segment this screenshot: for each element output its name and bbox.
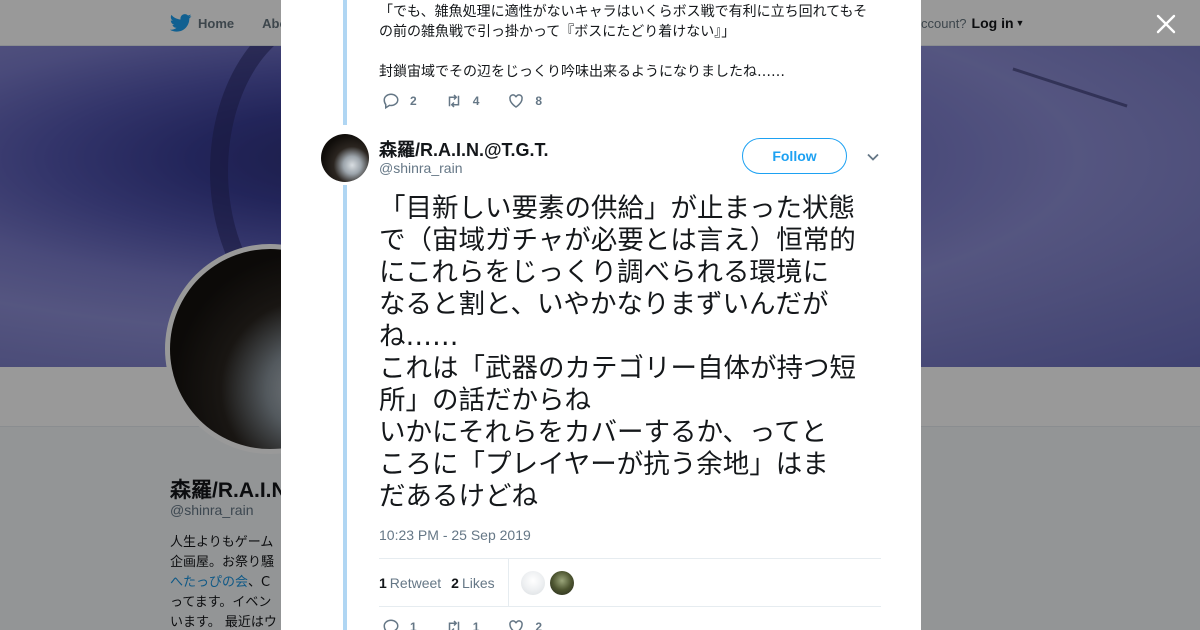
- divider: [508, 559, 509, 606]
- reply-icon: [383, 619, 399, 630]
- retweet-icon: [448, 620, 459, 630]
- tweet-timestamp[interactable]: 10:23 PM - 25 Sep 2019: [379, 527, 531, 543]
- like-button[interactable]: 8: [507, 92, 542, 110]
- liker-avatar[interactable]: [550, 571, 574, 595]
- thread-connector: [343, 0, 347, 630]
- previous-tweet-actions: 2 4 8: [382, 92, 570, 110]
- reply-button[interactable]: 1: [382, 618, 417, 630]
- likes-stat[interactable]: 2 Likes: [451, 575, 494, 591]
- close-icon[interactable]: [1152, 10, 1180, 38]
- liker-avatar[interactable]: [521, 571, 545, 595]
- tweet-modal: 「でも、雑魚処理に適性がないキャラはいくらボス戦で有利に立ち回れてもそ の前の雑…: [281, 0, 921, 630]
- retweets-stat[interactable]: 1 Retweet: [379, 575, 441, 591]
- retweet-button[interactable]: 4: [445, 92, 479, 110]
- previous-tweet-text: 「でも、雑魚処理に適性がないキャラはいくらボス戦で有利に立ち回れてもそ の前の雑…: [379, 4, 868, 80]
- author-name[interactable]: 森羅/R.A.I.N.@T.G.T.: [379, 136, 549, 162]
- tweet-actions: 1 1 2: [382, 618, 570, 630]
- tweet-text: 「目新しい要素の供給」が止まった状態 で（宙域ガチャが必要とは言え）恒常的 にこ…: [379, 193, 856, 512]
- reply-icon: [383, 93, 399, 110]
- retweet-icon: [448, 94, 459, 108]
- reply-button[interactable]: 2: [382, 92, 417, 110]
- like-icon: [509, 620, 524, 630]
- avatar[interactable]: [321, 134, 369, 182]
- author-handle[interactable]: @shinra_rain: [379, 160, 462, 176]
- follow-button[interactable]: Follow: [742, 138, 847, 174]
- like-icon: [509, 94, 524, 108]
- divider: [379, 606, 881, 607]
- retweet-button[interactable]: 1: [445, 618, 479, 630]
- like-button[interactable]: 2: [507, 618, 542, 630]
- chevron-down-icon[interactable]: [864, 148, 882, 166]
- tweet-stats: 1 Retweet 2 Likes: [379, 559, 505, 606]
